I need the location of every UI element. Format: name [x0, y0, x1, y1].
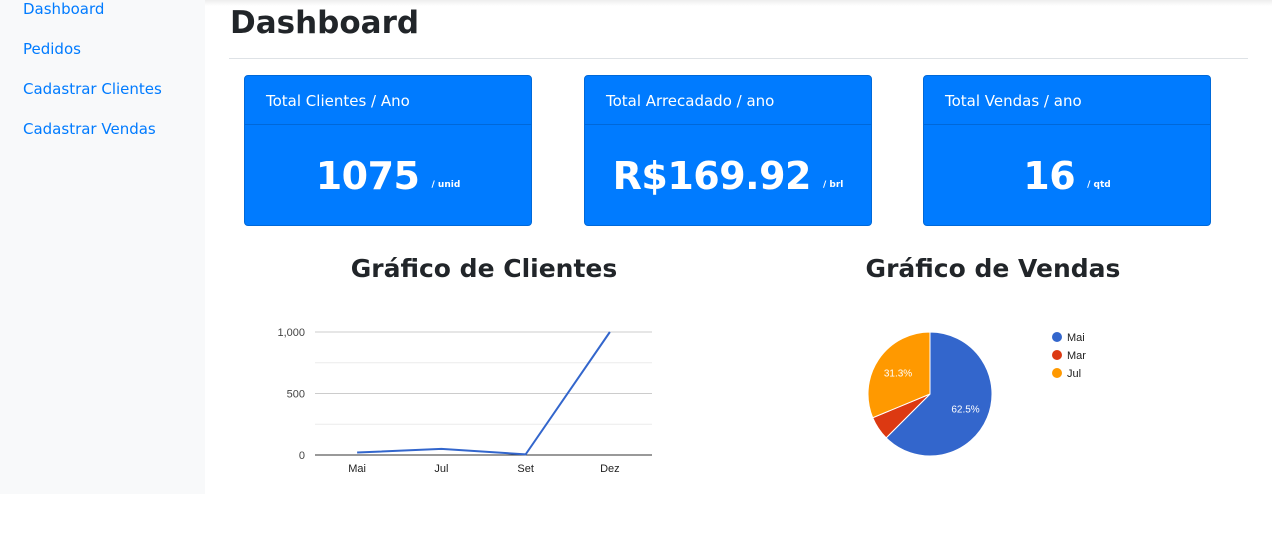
- legend-swatch: [1052, 350, 1062, 360]
- card-total-clientes: Total Clientes / Ano 1075 / unid: [244, 75, 532, 226]
- y-tick-label: 0: [299, 450, 305, 462]
- title-divider: [229, 58, 1248, 59]
- card-title: Total Arrecadado / ano: [585, 76, 871, 125]
- legend-label: Mar: [1067, 350, 1086, 362]
- card-unit: / qtd: [1087, 180, 1111, 190]
- vendas-chart-title: Gráfico de Vendas: [865, 254, 1121, 283]
- card-title: Total Clientes / Ano: [245, 76, 531, 125]
- card-total-vendas: Total Vendas / ano 16 / qtd: [923, 75, 1211, 226]
- x-tick-label: Set: [517, 463, 534, 475]
- sidebar-item-cadastrar-clientes[interactable]: Cadastrar Clientes: [23, 80, 162, 98]
- card-value: R$169.92: [612, 154, 812, 198]
- x-tick-label: Mai: [348, 463, 366, 475]
- sidebar-item-cadastrar-vendas[interactable]: Cadastrar Vendas: [23, 120, 156, 138]
- card-unit: / brl: [822, 180, 844, 190]
- pie-data-label: 31.3%: [884, 369, 912, 380]
- card-value: 1075: [315, 154, 420, 198]
- clientes-line-chart: 1,000 500 0 Mai Jul Set Dez: [277, 327, 652, 475]
- page-title: Dashboard: [230, 5, 420, 41]
- card-title: Total Vendas / ano: [924, 76, 1210, 125]
- legend-label: Jul: [1067, 368, 1081, 380]
- legend-swatch: [1052, 368, 1062, 378]
- x-tick-label: Dez: [600, 463, 620, 475]
- clientes-chart-title: Gráfico de Clientes: [350, 254, 618, 283]
- x-tick-label: Jul: [434, 463, 448, 475]
- card-total-arrecadado: Total Arrecadado / ano R$169.92 / brl: [584, 75, 872, 226]
- legend-label: Mai: [1067, 332, 1085, 344]
- y-tick-label: 1,000: [277, 327, 305, 339]
- sidebar: Dashboard Pedidos Cadastrar Clientes Cad…: [0, 0, 205, 494]
- pie-data-label: 62.5%: [951, 405, 979, 416]
- card-unit: / unid: [431, 180, 461, 190]
- card-value: 16: [1023, 154, 1076, 198]
- sidebar-item-dashboard[interactable]: Dashboard: [23, 0, 104, 18]
- vendas-pie-chart: 62.5% 31.3% Mai Mar Jul: [867, 331, 1086, 457]
- legend-swatch: [1052, 332, 1062, 342]
- y-tick-label: 500: [287, 389, 305, 401]
- sidebar-item-pedidos[interactable]: Pedidos: [23, 40, 81, 58]
